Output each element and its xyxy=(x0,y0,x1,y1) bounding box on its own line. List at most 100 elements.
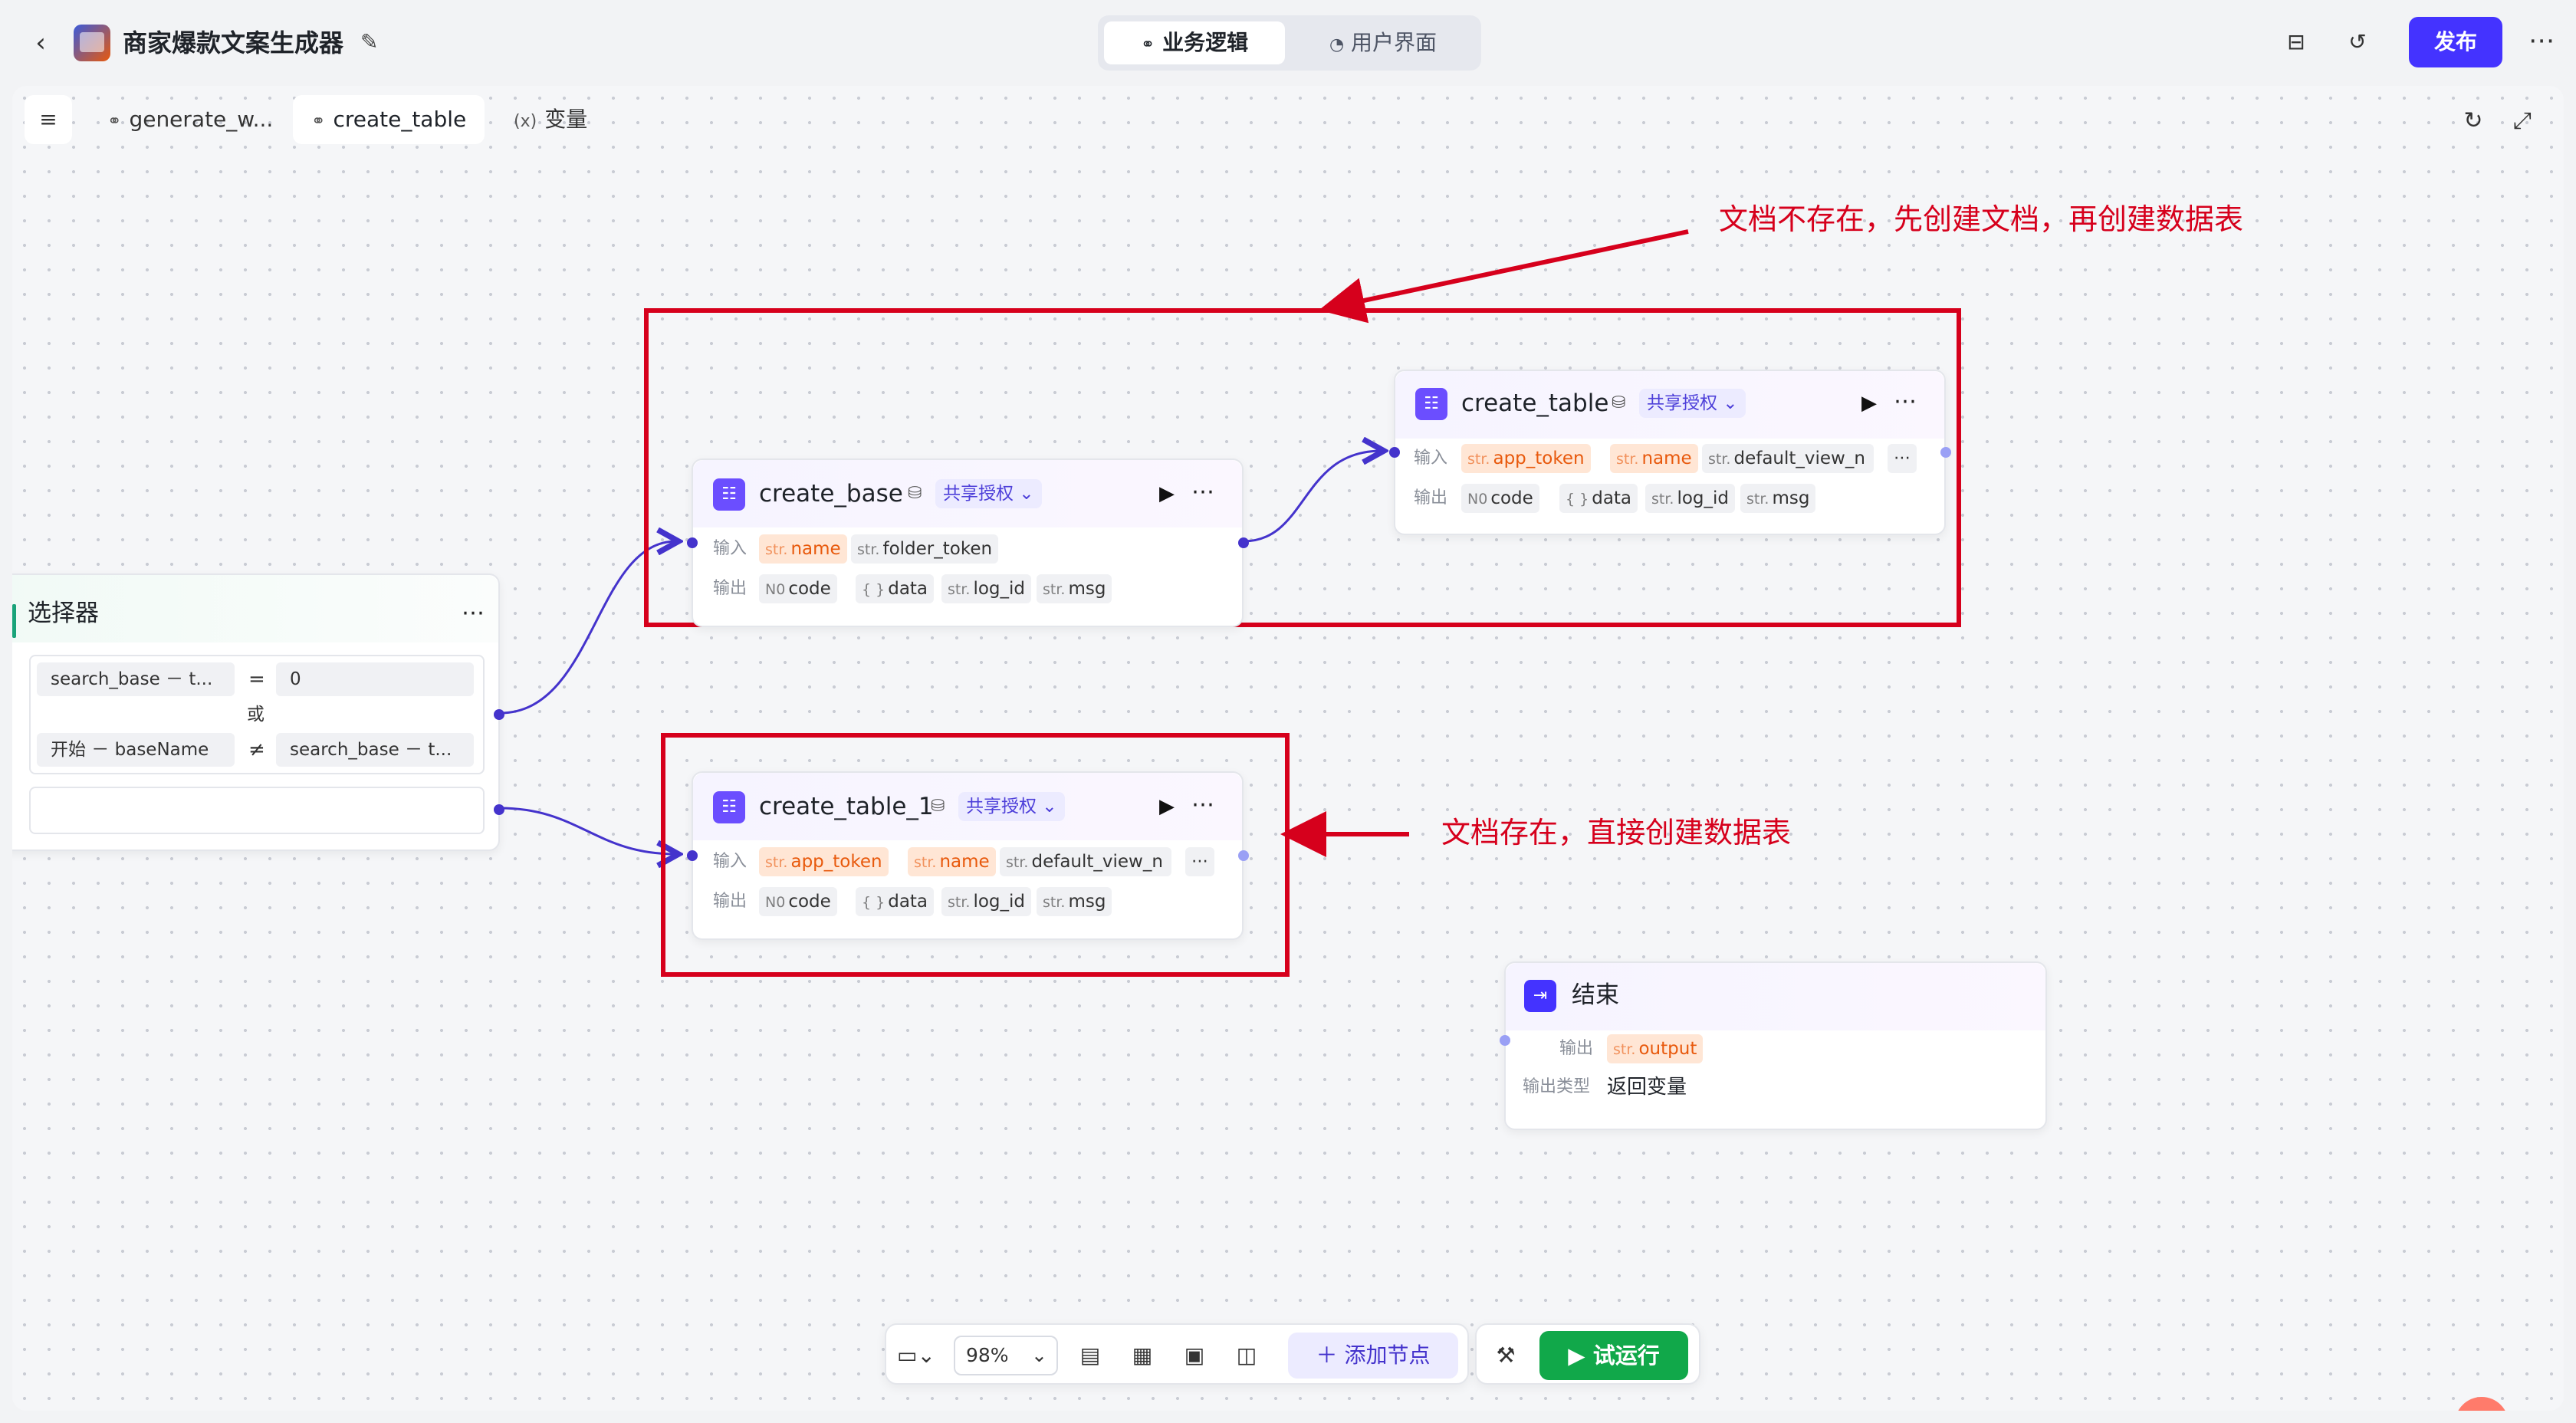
annotation-top: 文档不存在，先创建文档，再创建数据表 xyxy=(1719,202,2244,236)
create-base-node[interactable]: ☷ create_base ⛁ 共享授权 ⌄ ▶ ⋯ 输入 str. name s… xyxy=(687,458,1249,627)
output-chip: { } data xyxy=(1559,484,1638,513)
test-run-button[interactable]: ▶ 试运行 xyxy=(1539,1331,1688,1380)
input-port[interactable] xyxy=(1389,447,1400,458)
history-icon[interactable]: ↺ xyxy=(2343,28,2372,57)
workflow-canvas[interactable]: ≡ ⚭ generate_w... ⚭ create_table (x) 变量 ↻ ⤢… xyxy=(12,86,2564,1411)
or-label: 或 xyxy=(247,705,264,725)
more-icon[interactable]: ⋯ xyxy=(1894,385,1918,419)
save-icon[interactable]: ⊟ xyxy=(2282,28,2311,57)
tab-business-logic[interactable]: ⚭ 业务逻辑 xyxy=(1104,21,1285,64)
node-title: 结束 xyxy=(1572,981,1619,1009)
plugin-icon: ⛁ xyxy=(1612,393,1626,412)
condition-group: search_base － t... = 0 或 开始 － baseName ≠… xyxy=(29,655,485,774)
more-inputs-icon[interactable]: ⋯ xyxy=(1888,444,1917,473)
output-chip: N0 code xyxy=(1461,484,1539,513)
input-chip: str. folder_token xyxy=(851,534,999,564)
run-toolbar: ⚒ ▶ 试运行 xyxy=(1475,1323,1700,1385)
output-port[interactable] xyxy=(494,709,504,720)
output-chip: str. log_id xyxy=(1645,484,1736,513)
plugin-icon: ⛁ xyxy=(908,484,922,503)
share-auth-dropdown[interactable]: 共享授权 ⌄ xyxy=(935,479,1042,508)
output-chip: str. log_id xyxy=(941,574,1032,603)
condition-operator[interactable]: = xyxy=(248,662,265,696)
input-chip: str. default_view_n xyxy=(1702,444,1874,473)
zoom-select[interactable]: 98% ⌄ xyxy=(954,1336,1058,1375)
more-icon[interactable]: ⋯ xyxy=(2522,23,2561,61)
input-port[interactable] xyxy=(687,537,698,548)
more-icon[interactable]: ⋯ xyxy=(1191,475,1216,509)
grid-icon[interactable]: ▦ xyxy=(1125,1339,1159,1372)
create-table-1-node[interactable]: ☷ create_table_1 ⛁ 共享授权 ⌄ ▶ ⋯ 输入 str. app… xyxy=(687,771,1249,940)
output-port[interactable] xyxy=(1940,447,1951,458)
condition-left[interactable]: search_base － t... xyxy=(37,662,235,696)
condition-left[interactable]: 开始 － baseName xyxy=(37,733,235,767)
output-label: 输出 xyxy=(713,579,748,598)
edit-icon[interactable]: ✎ xyxy=(360,29,386,55)
app-icon xyxy=(74,25,110,61)
node-title: create_table xyxy=(1461,389,1609,417)
canvas-toolbar: ▭⌄ 98% ⌄ ▤ ▦ ▣ ◫ ＋ 添加节点 xyxy=(885,1323,1469,1385)
flow-icon: ⚭ xyxy=(1140,35,1155,54)
exit-icon: ⇥ xyxy=(1524,980,1556,1012)
plus-icon: ＋ xyxy=(1316,1342,1345,1368)
more-inputs-icon[interactable]: ⋯ xyxy=(1185,847,1214,876)
output-type-label: 输出类型 xyxy=(1523,1077,1591,1096)
output-label: 输出 xyxy=(1559,1039,1594,1058)
output-label: 输出 xyxy=(1414,488,1448,508)
annotation-arrow-top xyxy=(1319,229,1689,324)
output-chip: str. msg xyxy=(1037,887,1112,916)
output-chip: { } data xyxy=(856,887,935,916)
back-icon[interactable]: ‹ xyxy=(29,26,52,60)
layout-icon[interactable]: ▭⌄ xyxy=(897,1339,935,1372)
table-icon: ☷ xyxy=(1415,388,1447,420)
add-node-button[interactable]: ＋ 添加节点 xyxy=(1288,1333,1458,1379)
share-auth-dropdown[interactable]: 共享授权 ⌄ xyxy=(1639,389,1746,418)
input-port[interactable] xyxy=(687,850,698,861)
condition-right[interactable]: 0 xyxy=(276,662,474,696)
input-label: 输入 xyxy=(713,539,748,558)
run-node-icon[interactable]: ▶ xyxy=(1861,386,1877,420)
input-chip: str. name xyxy=(908,847,996,876)
output-port[interactable] xyxy=(494,804,504,815)
minimap-icon[interactable]: ◫ xyxy=(1230,1339,1263,1372)
publish-button[interactable]: 发布 xyxy=(2409,17,2502,67)
output-chip: N0 code xyxy=(759,574,837,603)
table-icon: ☷ xyxy=(713,478,745,511)
output-chip: str. log_id xyxy=(941,887,1032,916)
plugin-icon: ⛁ xyxy=(931,797,945,816)
play-icon: ▶ xyxy=(1568,1342,1593,1369)
condition-operator[interactable]: ≠ xyxy=(248,733,265,767)
palette-icon: ◔ xyxy=(1329,35,1345,54)
else-branch[interactable] xyxy=(29,787,485,834)
output-chip: { } data xyxy=(856,574,935,603)
output-chip: str. output xyxy=(1607,1034,1704,1063)
output-type-value: 返回变量 xyxy=(1607,1076,1687,1099)
output-chip: str. msg xyxy=(1037,574,1112,603)
annotation-bottom: 文档存在，直接创建数据表 xyxy=(1441,816,1792,850)
chevron-down-icon: ⌄ xyxy=(1031,1344,1047,1366)
node-title: 选择器 xyxy=(28,600,99,627)
wrench-icon[interactable]: ⚒ xyxy=(1489,1339,1523,1372)
comment-icon[interactable]: ▤ xyxy=(1073,1339,1107,1372)
share-auth-dropdown[interactable]: 共享授权 ⌄ xyxy=(958,792,1065,821)
input-chip: str. app_token xyxy=(1461,444,1591,473)
condition-right[interactable]: search_base － t... xyxy=(276,733,474,767)
output-port[interactable] xyxy=(1238,850,1249,861)
output-chip: N0 code xyxy=(759,887,837,916)
image-icon[interactable]: ▣ xyxy=(1178,1339,1211,1372)
create-table-node[interactable]: ☷ create_table ⛁ 共享授权 ⌄ ▶ ⋯ 输入 str. app_t… xyxy=(1389,370,1951,535)
selector-node[interactable]: 选择器 ⋯ search_base － t... = 0 或 开始 － base… xyxy=(12,573,504,851)
input-chip: str. default_view_n xyxy=(1000,847,1171,876)
end-node[interactable]: ⇥ 结束 输出 str. output 输出类型 返回变量 xyxy=(1500,961,2047,1130)
output-port[interactable] xyxy=(1238,537,1249,548)
run-node-icon[interactable]: ▶ xyxy=(1159,477,1175,511)
input-chip: str. name xyxy=(1610,444,1698,473)
more-icon[interactable]: ⋯ xyxy=(462,596,486,630)
more-icon[interactable]: ⋯ xyxy=(1191,788,1216,822)
view-switcher: ⚭ 业务逻辑 ◔ 用户界面 xyxy=(1098,15,1481,71)
app-title: 商家爆款文案生成器 xyxy=(123,28,344,58)
input-port[interactable] xyxy=(1500,1035,1510,1046)
input-label: 输入 xyxy=(1414,449,1448,468)
run-node-icon[interactable]: ▶ xyxy=(1159,790,1175,823)
tab-user-interface[interactable]: ◔ 用户界面 xyxy=(1291,21,1475,64)
